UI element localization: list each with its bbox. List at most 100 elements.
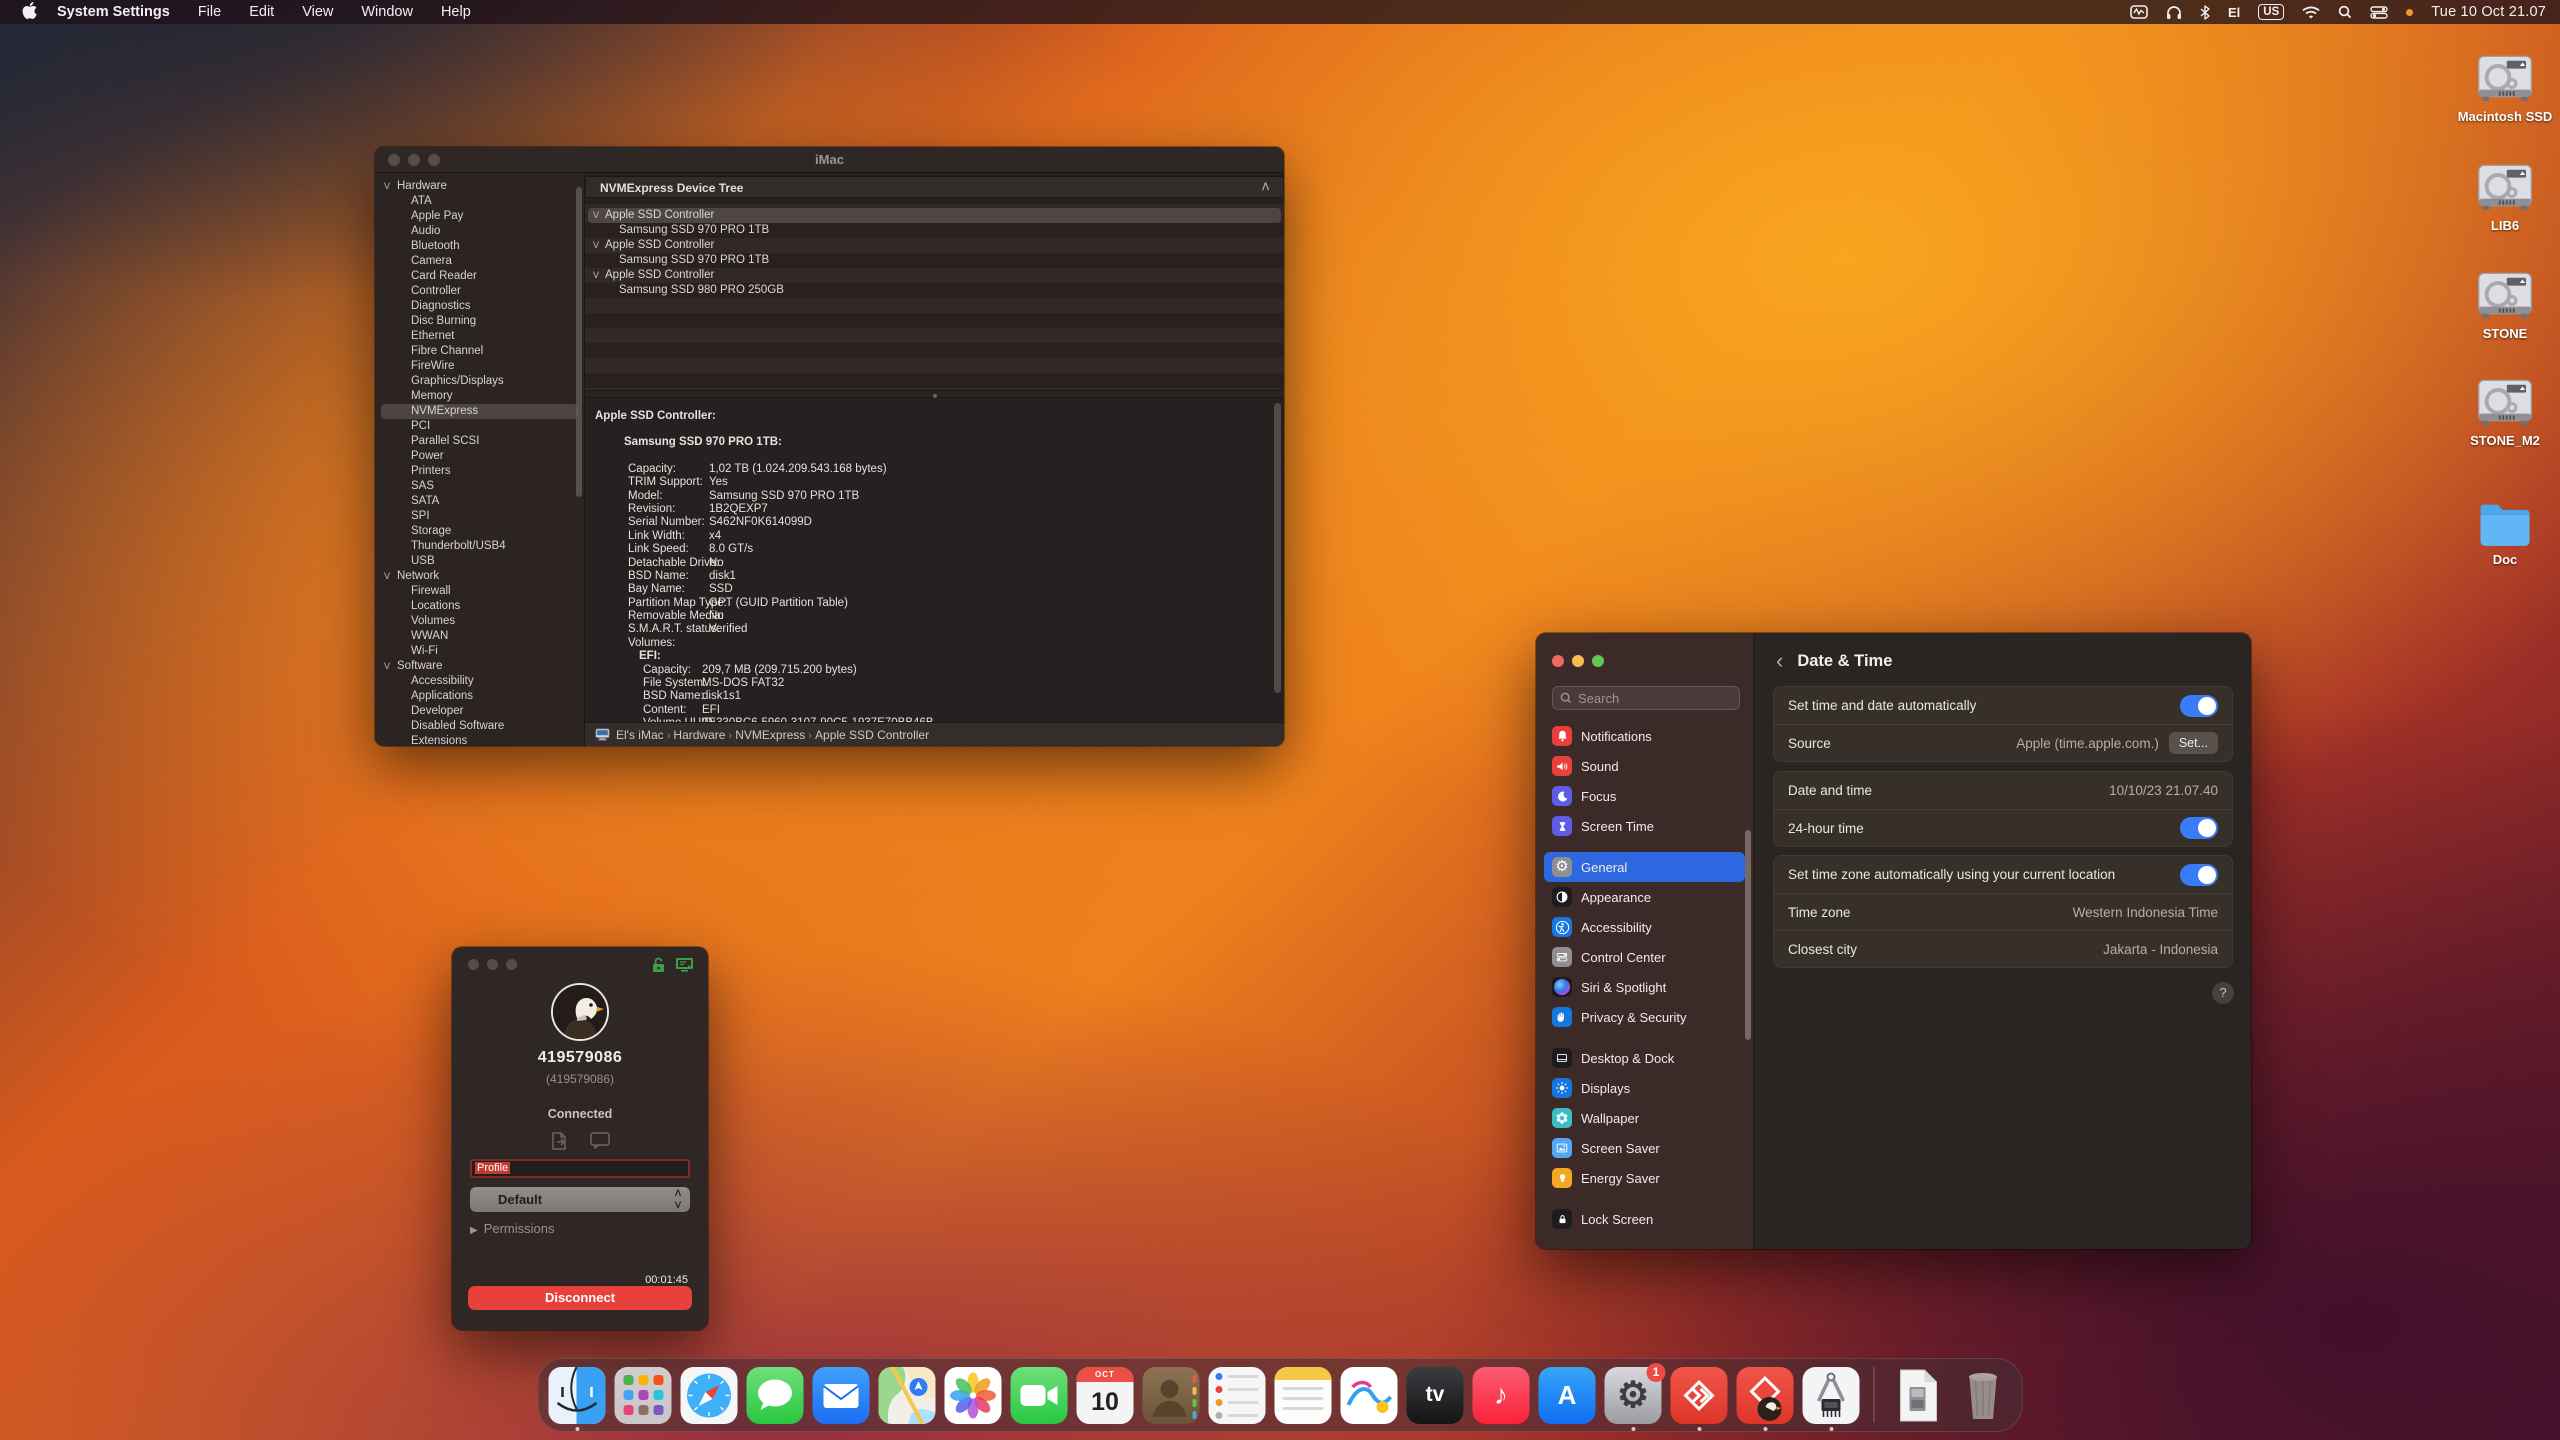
sysinfo-titlebar[interactable]: iMac [375, 147, 1284, 173]
sysinfo-sidebar-item-sata[interactable]: SATA [375, 494, 584, 509]
zoom-button[interactable] [1592, 655, 1604, 667]
auto-zone-toggle[interactable] [2180, 864, 2218, 886]
device-tree-row[interactable]: ᐯApple SSD Controller [588, 238, 1281, 253]
settings-sidebar-item-control-center[interactable]: Control Center [1544, 942, 1745, 972]
profile-select[interactable]: Default ᐱᐯ [470, 1187, 690, 1212]
settings-scrollbar[interactable] [1745, 830, 1751, 1040]
settings-sidebar-item-lock-screen[interactable]: Lock Screen [1544, 1204, 1745, 1234]
breadcrumb-item[interactable]: Hardware [673, 728, 725, 742]
sysinfo-sidebar-item-hardware[interactable]: ᐯHardware [375, 179, 584, 194]
device-tree-row[interactable]: Samsung SSD 970 PRO 1TB [588, 253, 1281, 268]
sysinfo-sidebar-item-developer[interactable]: Developer [375, 704, 584, 719]
sysinfo-sidebar-item-printers[interactable]: Printers [375, 464, 584, 479]
device-tree-row[interactable]: ᐯApple SSD Controller [588, 208, 1281, 223]
dock-trash-icon[interactable] [1955, 1367, 2012, 1424]
dock-launchpad-icon[interactable] [615, 1367, 672, 1424]
sysinfo-sidebar-item-firewall[interactable]: Firewall [375, 584, 584, 599]
active-app-name[interactable]: System Settings [57, 4, 170, 20]
details-scrollbar[interactable] [1274, 403, 1281, 693]
settings-sidebar-item-energy-saver[interactable]: Energy Saver [1544, 1163, 1745, 1193]
menu-window[interactable]: Window [361, 4, 413, 20]
menu-help[interactable]: Help [441, 4, 471, 20]
device-tree[interactable]: ᐯApple SSD ControllerSamsung SSD 970 PRO… [585, 204, 1284, 390]
minimize-button[interactable] [1572, 655, 1584, 667]
chevron-down-icon[interactable]: ᐯ [384, 659, 390, 674]
dock-photos-icon[interactable] [945, 1367, 1002, 1424]
sysinfo-sidebar-item-parallel-scsi[interactable]: Parallel SCSI [375, 434, 584, 449]
wifi-icon[interactable] [2302, 6, 2320, 19]
settings-sidebar-item-displays[interactable]: Displays [1544, 1073, 1745, 1103]
headphones-icon[interactable] [2166, 5, 2182, 20]
desktop-icon-stone-m2[interactable]: STONE_M2 [2457, 378, 2553, 448]
dock-system-settings-icon[interactable]: ⚙1 [1605, 1367, 1662, 1424]
sysinfo-sidebar-item-wi-fi[interactable]: Wi-Fi [375, 644, 584, 659]
settings-sidebar-item-screen-time[interactable]: Screen Time [1544, 811, 1745, 841]
device-tree-row[interactable]: ᐯApple SSD Controller [588, 268, 1281, 283]
desktop-icon-lib6[interactable]: LIB6 [2457, 163, 2553, 233]
dock-facetime-icon[interactable] [1011, 1367, 1068, 1424]
settings-sidebar-item-accessibility[interactable]: Accessibility [1544, 912, 1745, 942]
minimize-button[interactable] [487, 959, 498, 970]
auto-time-toggle[interactable] [2180, 695, 2218, 717]
dock-music-icon[interactable]: ♪ [1473, 1367, 1530, 1424]
system-information-window[interactable]: iMac ᐯHardwareATAApple PayAudioBluetooth… [375, 147, 1284, 746]
sysinfo-sidebar-item-spi[interactable]: SPI [375, 509, 584, 524]
sidebar-scrollbar[interactable] [576, 187, 582, 497]
dock-mail-icon[interactable] [813, 1367, 870, 1424]
sysinfo-sidebar-item-diagnostics[interactable]: Diagnostics [375, 299, 584, 314]
sysinfo-sidebar[interactable]: ᐯHardwareATAApple PayAudioBluetoothCamer… [375, 173, 585, 746]
system-settings-window[interactable]: Search NotificationsSoundFocusScreen Tim… [1536, 633, 2251, 1249]
breadcrumb[interactable]: El's iMac › Hardware › NVMExpress › Appl… [585, 722, 1284, 746]
breadcrumb-item[interactable]: NVMExpress [735, 728, 805, 742]
remote-session-window[interactable]: 419579086 (419579086) Connected Profile … [452, 947, 708, 1330]
menu-file[interactable]: File [198, 4, 221, 20]
zoom-button[interactable] [506, 959, 517, 970]
chevron-down-icon[interactable]: ᐯ [384, 569, 390, 584]
screen-capture-icon[interactable] [2130, 5, 2148, 19]
sysinfo-sidebar-item-storage[interactable]: Storage [375, 524, 584, 539]
dock-hardware-tool-icon[interactable] [1803, 1367, 1860, 1424]
close-button[interactable] [468, 959, 479, 970]
sysinfo-sidebar-item-software[interactable]: ᐯSoftware [375, 659, 584, 674]
sysinfo-sidebar-item-bluetooth[interactable]: Bluetooth [375, 239, 584, 254]
desktop-icon-doc[interactable]: Doc [2457, 497, 2553, 567]
chevron-down-icon[interactable]: ᐯ [593, 238, 599, 253]
search-input[interactable]: Search [1552, 686, 1740, 710]
bluetooth-icon[interactable] [2200, 5, 2210, 20]
dock-contacts-icon[interactable] [1143, 1367, 1200, 1424]
settings-sidebar-item-desktop-dock[interactable]: Desktop & Dock [1544, 1043, 1745, 1073]
dock-anydesk-icon[interactable] [1671, 1367, 1728, 1424]
apple-menu[interactable] [22, 2, 37, 23]
settings-sidebar-item-sound[interactable]: Sound [1544, 751, 1745, 781]
dock-app-store-icon[interactable]: A [1539, 1367, 1596, 1424]
sysinfo-sidebar-item-usb[interactable]: USB [375, 554, 584, 569]
device-tree-row[interactable]: Samsung SSD 980 PRO 250GB [588, 283, 1281, 298]
sysinfo-sidebar-item-audio[interactable]: Audio [375, 224, 584, 239]
sysinfo-sidebar-item-card-reader[interactable]: Card Reader [375, 269, 584, 284]
sysinfo-sidebar-item-wwan[interactable]: WWAN [375, 629, 584, 644]
sysinfo-sidebar-item-locations[interactable]: Locations [375, 599, 584, 614]
settings-sidebar-item-notifications[interactable]: Notifications [1544, 721, 1745, 751]
dock-anydesk-session-icon[interactable] [1737, 1367, 1794, 1424]
sysinfo-sidebar-item-volumes[interactable]: Volumes [375, 614, 584, 629]
permissions-disclosure[interactable]: ▶Permissions [470, 1221, 555, 1236]
set-source-button[interactable]: Set... [2169, 732, 2218, 754]
desktop-icon-stone[interactable]: STONE [2457, 271, 2553, 341]
sysinfo-sidebar-item-accessibility[interactable]: Accessibility [375, 674, 584, 689]
dock-messages-icon[interactable] [747, 1367, 804, 1424]
dock-calendar-icon[interactable]: OCT10 [1077, 1367, 1134, 1424]
settings-sidebar-item-wallpaper[interactable]: Wallpaper [1544, 1103, 1745, 1133]
hour24-toggle[interactable] [2180, 817, 2218, 839]
sysinfo-sidebar-item-disabled-software[interactable]: Disabled Software [375, 719, 584, 734]
back-button[interactable]: ‹ [1776, 651, 1783, 671]
menu-edit[interactable]: Edit [249, 4, 274, 20]
keyboard-layout-badge[interactable]: US [2258, 4, 2284, 20]
sysinfo-sidebar-item-power[interactable]: Power [375, 449, 584, 464]
sysinfo-sidebar-item-ata[interactable]: ATA [375, 194, 584, 209]
dock-report-file-icon[interactable] [1889, 1367, 1946, 1424]
sysinfo-sidebar-item-sas[interactable]: SAS [375, 479, 584, 494]
close-button[interactable] [1552, 655, 1564, 667]
disconnect-button[interactable]: Disconnect [468, 1286, 692, 1310]
dock-freeform-icon[interactable] [1341, 1367, 1398, 1424]
sysinfo-sidebar-item-controller[interactable]: Controller [375, 284, 584, 299]
